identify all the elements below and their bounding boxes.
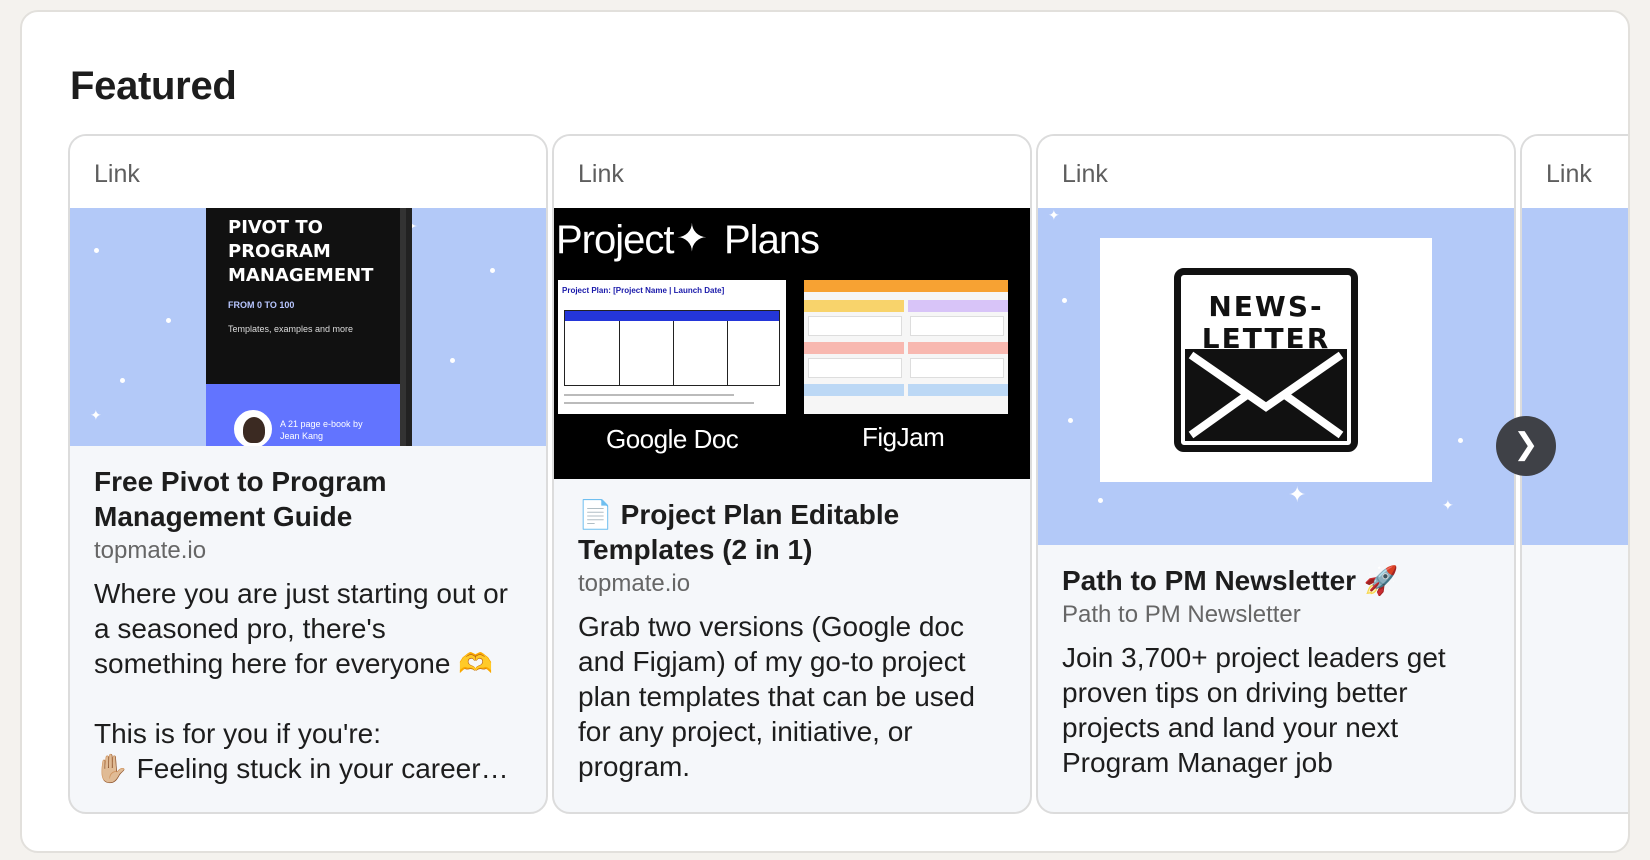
- card-description: Where you are just starting out or a sea…: [94, 578, 509, 784]
- google-doc-label: Google Doc: [606, 424, 739, 454]
- newsletter-envelope-icon: NEWS- LETTER: [1174, 268, 1358, 452]
- card-thumbnail: [1522, 208, 1628, 545]
- google-doc-preview: Project Plan: [Project Name | Launch Dat…: [558, 280, 786, 414]
- ebook-title: PIVOT TO PROGRAM MANAGEMENT: [228, 217, 374, 286]
- thumbnail-heading-left: Project: [556, 218, 674, 262]
- ebook-cover: PIVOT TO PROGRAM MANAGEMENT FROM 0 TO 10…: [206, 208, 406, 446]
- card-body: Free Pivot to Program Management Guide t…: [70, 446, 546, 786]
- featured-carousel: Link ✦ ✦ PIVOT TO PROGRAM MANAGEMENT FRO…: [68, 134, 1628, 814]
- card-title[interactable]: Path to PM Newsletter 🚀: [1062, 563, 1490, 598]
- star-dot: [94, 248, 99, 253]
- featured-card-newsletter[interactable]: Link ✦ ✦ ✦ NEWS- LETTER Path to PM Newsl…: [1036, 134, 1516, 814]
- doc-preview-line: [564, 394, 734, 396]
- star-dot: [120, 378, 125, 383]
- newsletter-panel: NEWS- LETTER: [1100, 238, 1432, 482]
- ebook-description: Templates, examples and more: [228, 324, 354, 334]
- card-source: topmate.io: [94, 537, 207, 564]
- card-type-label: Link: [1522, 136, 1628, 208]
- star-dot: [450, 358, 455, 363]
- card-source: topmate.io: [578, 570, 691, 597]
- doc-preview-line: [564, 402, 754, 404]
- card-type-label: Link: [70, 136, 546, 208]
- featured-card-pivot-guide[interactable]: Link ✦ ✦ PIVOT TO PROGRAM MANAGEMENT FRO…: [68, 134, 548, 814]
- sparkle-icon: ✦: [1048, 208, 1060, 223]
- ebook-subtitle: FROM 0 TO 100: [228, 300, 295, 310]
- card-type-label: Link: [554, 136, 1030, 208]
- section-title: Featured: [70, 64, 237, 108]
- star-dot: [1068, 418, 1073, 423]
- doc-preview-table: [564, 310, 780, 386]
- featured-section: Featured Link ✦ ✦ PIVOT TO PROGRAM MANAG…: [20, 10, 1630, 853]
- card-body: 📄 Project Plan Editable Templates (2 in …: [554, 479, 1030, 784]
- sparkle-icon: ✦: [90, 407, 102, 423]
- card-description: Join 3,700+ project leaders get proven t…: [1062, 642, 1446, 778]
- featured-card-project-plan[interactable]: Link Project ✦ Plans Project Plan: [Proj…: [552, 134, 1032, 814]
- sparkle-icon: ✦: [676, 218, 708, 260]
- figjam-preview: [804, 280, 1008, 414]
- star-dot: [1458, 438, 1463, 443]
- carousel-next-button[interactable]: ❯: [1496, 416, 1556, 476]
- card-thumbnail: ✦ ✦ PIVOT TO PROGRAM MANAGEMENT FROM 0 T…: [70, 208, 546, 446]
- star-dot: [166, 318, 171, 323]
- card-description: Grab two versions (Google doc and Figjam…: [578, 611, 975, 782]
- card-title[interactable]: Free Pivot to Program Management Guide: [94, 464, 522, 534]
- envelope-icon: [1185, 349, 1347, 441]
- star-dot: [1098, 498, 1103, 503]
- doc-preview-title: Project Plan: [Project Name | Launch Dat…: [562, 286, 725, 295]
- card-type-label: Link: [1038, 136, 1514, 208]
- thumbnail-heading-right: Plans: [724, 218, 820, 262]
- card-body: Path to PM Newsletter 🚀 Path to PM Newsl…: [1038, 545, 1514, 780]
- ebook-author: A 21 page e-book by Jean Kang: [280, 419, 363, 441]
- card-source: Path to PM Newsletter: [1062, 601, 1301, 628]
- card-title[interactable]: 📄 Project Plan Editable Templates (2 in …: [578, 497, 1006, 567]
- card-thumbnail: ✦ ✦ ✦ NEWS- LETTER: [1038, 208, 1514, 545]
- ebook-author-band: A 21 page e-book by Jean Kang: [206, 384, 400, 446]
- star-dot: [1062, 298, 1067, 303]
- card-thumbnail: Project ✦ Plans Project Plan: [Project N…: [554, 208, 1030, 479]
- figjam-label: FigJam: [862, 422, 945, 452]
- sparkle-icon: ✦: [1442, 497, 1454, 513]
- author-avatar: [234, 410, 272, 446]
- sparkle-icon: ✦: [1288, 482, 1307, 507]
- star-dot: [490, 268, 495, 273]
